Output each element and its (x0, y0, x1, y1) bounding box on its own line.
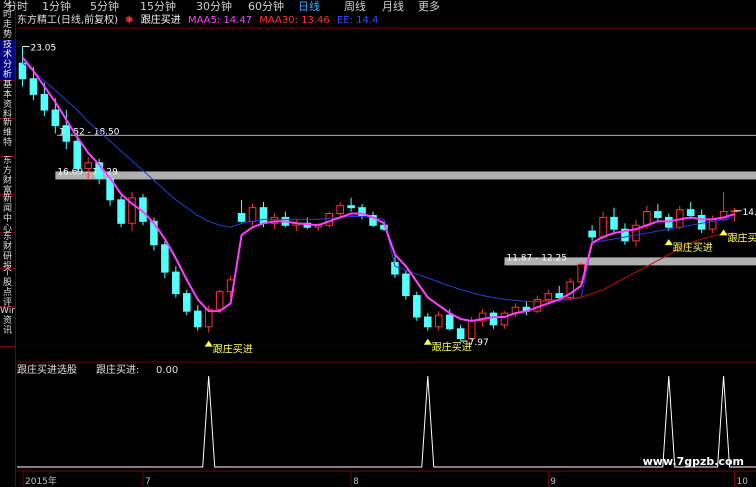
candle-body-48 (544, 293, 553, 300)
candle-body-30 (347, 205, 355, 209)
candle-body-6 (84, 162, 92, 170)
signal-label-3: 跟庄买进 (728, 231, 756, 244)
indicator-value: 0.00 (156, 365, 178, 376)
indicator-title: 跟庄买进选股 (17, 363, 77, 376)
candle-body-52 (588, 230, 596, 238)
candle-body-0 (18, 62, 27, 80)
x-label-0: 2015年 (25, 475, 57, 487)
candle-body-41 (467, 320, 476, 340)
moving-averages (21, 56, 735, 322)
price-chart[interactable]: 13.52 - 18.5016.69 - 16.2911.87 - 12.25 … (0, 0, 756, 487)
candle-body-54 (610, 216, 618, 230)
ma-magenta-line-0 (21, 56, 735, 322)
candle-body-1 (29, 78, 38, 95)
signal-label-2: 跟庄买进 (673, 241, 713, 254)
signal-arrow-icon-0 (204, 340, 213, 347)
candle-body-43 (489, 312, 498, 326)
x-label-4: 10 (737, 477, 749, 487)
indicator-line (17, 375, 756, 468)
price-label-2: 14.64 (743, 208, 756, 218)
candle-body-18 (215, 291, 224, 310)
candle-body-29 (336, 205, 344, 215)
candle-body-14 (172, 271, 180, 295)
x-axis: 2015年 7 8 9 10 (22, 471, 749, 487)
candle-body-4 (62, 125, 71, 142)
candle-body-36 (413, 295, 421, 318)
price-label-0: 23.05 (30, 44, 56, 54)
candle-body-2 (40, 93, 49, 111)
candle-body-58 (654, 211, 662, 218)
candle-body-53 (599, 216, 607, 238)
candle-body-40 (456, 328, 465, 340)
x-label-1: 7 (145, 477, 151, 487)
signal-arrow-icon-3 (719, 229, 728, 236)
candle-body-21 (248, 207, 257, 222)
signal-label-1: 跟庄买进 (432, 341, 472, 354)
range-label-2: 11.87 - 12.25 (506, 253, 567, 263)
signal-arrow-icon-1 (423, 338, 432, 345)
candle-body-28 (325, 213, 333, 226)
x-label-3: 9 (550, 477, 556, 487)
buy-signals: 跟庄买进跟庄买进跟庄买进跟庄买进 (204, 229, 756, 356)
range-bands: 13.52 - 18.5016.69 - 16.2911.87 - 12.25 (55, 127, 756, 266)
ma-blue-line-0 (22, 62, 735, 302)
candle-body-61 (686, 209, 695, 216)
candle-body-37 (424, 316, 432, 328)
candle-body-62 (697, 214, 706, 230)
candle-body-20 (237, 213, 246, 222)
candle-body-57 (643, 211, 651, 226)
candle-body-22 (259, 207, 268, 224)
candle-body-3 (51, 109, 60, 127)
candle-body-35 (402, 273, 410, 297)
signal-arrow-icon-2 (664, 239, 673, 246)
signal-label-0: 跟庄买进 (213, 343, 253, 356)
range-band-1 (55, 171, 756, 180)
candle-body-16 (193, 310, 202, 328)
x-label-2: 8 (353, 477, 359, 487)
candle-body-5 (73, 140, 82, 170)
indicator-name: 跟庄买进: (96, 363, 139, 376)
chart-grid (17, 27, 756, 472)
candles (18, 46, 739, 342)
candle-body-39 (445, 314, 454, 330)
candle-body-15 (183, 293, 191, 312)
candle-body-49 (555, 293, 564, 299)
candle-body-38 (434, 314, 443, 328)
candle-body-44 (500, 312, 509, 326)
watermark-text: www.7gpzb.com (642, 455, 744, 468)
candle-body-13 (161, 244, 169, 273)
indicator-panel: 跟庄买进选股 跟庄买进: 0.00 (17, 363, 756, 468)
candle-body-9 (117, 199, 125, 224)
